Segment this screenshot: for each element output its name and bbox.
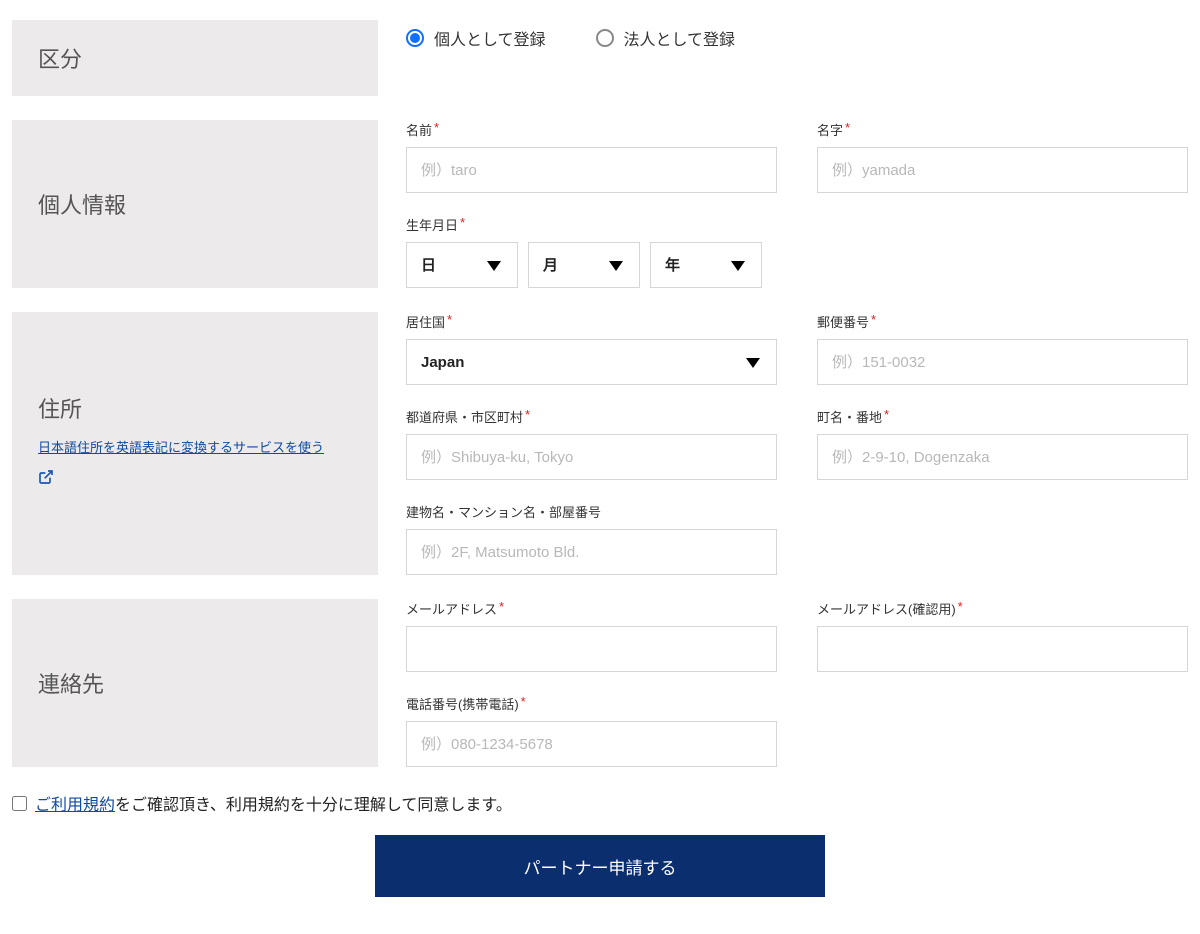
radio-individual-label: 個人として登録 [434,26,546,50]
lastname-input[interactable] [817,147,1188,193]
month-select-wrap: 月 [528,242,640,288]
email-label: メールアドレス* [406,599,777,618]
contact-title: 連絡先 [38,667,352,699]
required-mark: * [499,599,504,614]
terms-checkbox[interactable] [12,796,27,811]
lastname-label: 名字* [817,120,1188,139]
required-mark: * [521,694,526,709]
month-select[interactable]: 月 [529,243,639,287]
building-label: 建物名・マンション名・部屋番号 [406,502,777,521]
terms-row: ご利用規約をご確認頂き、利用規約を十分に理解して同意します。 [12,791,1188,815]
phone-label: 電話番号(携帯電話)* [406,694,777,713]
submit-button[interactable]: パートナー申請する [375,835,825,897]
required-mark: * [460,215,465,230]
day-select[interactable]: 日 [407,243,517,287]
category-title: 区分 [38,42,352,74]
terms-link[interactable]: ご利用規約 [35,797,115,814]
personal-section-label: 個人情報 [12,120,378,288]
personal-title: 個人情報 [38,188,352,220]
email-confirm-input[interactable] [817,626,1188,672]
required-mark: * [884,407,889,422]
radio-corporate[interactable]: 法人として登録 [596,26,736,50]
radio-corporate-label: 法人として登録 [624,26,736,50]
prefecture-input[interactable] [406,434,777,480]
radio-icon-checked [406,29,424,47]
required-mark: * [958,599,963,614]
required-mark: * [525,407,530,422]
prefecture-label: 都道府県・市区町村* [406,407,777,426]
external-link-icon [38,469,54,489]
postal-label: 郵便番号* [817,312,1188,331]
year-select[interactable]: 年 [651,243,761,287]
day-select-wrap: 日 [406,242,518,288]
building-input[interactable] [406,529,777,575]
required-mark: * [434,120,439,135]
country-label: 居住国* [406,312,777,331]
firstname-label: 名前* [406,120,777,139]
address-title: 住所 [38,392,352,424]
registration-type-radios: 個人として登録 法人として登録 [406,20,1188,50]
phone-input[interactable] [406,721,777,767]
radio-icon-unchecked [596,29,614,47]
year-select-wrap: 年 [650,242,762,288]
country-select[interactable]: Japan [407,340,776,384]
address-section-label: 住所 日本語住所を英語表記に変換するサービスを使う [12,312,378,575]
category-section-label: 区分 [12,20,378,96]
radio-individual[interactable]: 個人として登録 [406,26,546,50]
contact-section-label: 連絡先 [12,599,378,767]
required-mark: * [447,312,452,327]
country-select-wrap: Japan [406,339,777,385]
terms-text: ご利用規約をご確認頂き、利用規約を十分に理解して同意します。 [35,791,512,815]
firstname-input[interactable] [406,147,777,193]
postal-input[interactable] [817,339,1188,385]
address-conversion-link[interactable]: 日本語住所を英語表記に変換するサービスを使う [38,438,352,459]
email-confirm-label: メールアドレス(確認用)* [817,599,1188,618]
street-input[interactable] [817,434,1188,480]
email-input[interactable] [406,626,777,672]
dob-label: 生年月日* [406,215,1188,234]
required-mark: * [871,312,876,327]
required-mark: * [845,120,850,135]
street-label: 町名・番地* [817,407,1188,426]
